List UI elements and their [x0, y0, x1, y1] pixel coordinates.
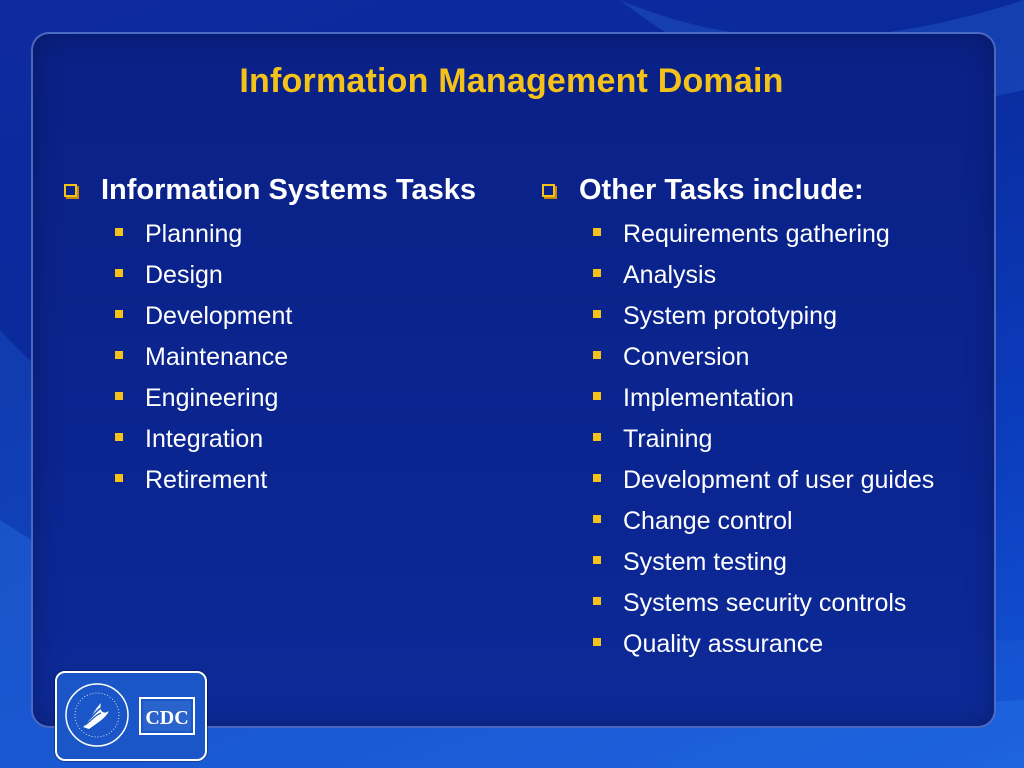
square-bullet-icon: [593, 391, 601, 400]
list-item-text: Quality assurance: [623, 630, 824, 658]
list-item-text: Systems security controls: [623, 589, 907, 617]
checkbox-bullet-icon: [542, 183, 555, 197]
list-item-text: System testing: [623, 548, 787, 576]
slide-title: Information Management Domain: [239, 62, 784, 100]
list-item-text: Maintenance: [145, 343, 289, 371]
list-item-text: Conversion: [623, 343, 750, 371]
list-item: System prototyping: [593, 296, 934, 337]
cdc-logo-badge: CDC: [55, 671, 207, 761]
list-item: Development: [115, 296, 476, 337]
cdc-logo-text: CDC: [145, 707, 188, 729]
square-bullet-icon: [115, 432, 123, 441]
square-bullet-icon: [115, 350, 123, 359]
list-item-text: Retirement: [145, 466, 268, 494]
left-task-list: Planning Design Development Maintenance Engi…: [62, 214, 476, 501]
list-item: System testing: [593, 542, 934, 583]
left-heading-text: Information Systems Tasks: [101, 173, 476, 206]
square-bullet-icon: [593, 309, 601, 318]
list-item-text: System prototyping: [623, 302, 837, 330]
right-column-heading: Other Tasks include:: [540, 170, 934, 210]
list-item: Design: [115, 255, 476, 296]
list-item: Implementation: [593, 378, 934, 419]
right-heading-text: Other Tasks include:: [579, 173, 864, 206]
square-bullet-icon: [593, 268, 601, 277]
square-bullet-icon: [593, 350, 601, 359]
square-bullet-icon: [593, 555, 601, 564]
right-task-list: Requirements gathering Analysis System pro…: [540, 214, 934, 665]
list-item: Requirements gathering: [593, 214, 934, 255]
list-item: Conversion: [593, 337, 934, 378]
right-column: Other Tasks include: Requirements gather…: [540, 170, 934, 665]
list-item: Development of user guides: [593, 460, 934, 501]
square-bullet-icon: [593, 637, 601, 646]
list-item-text: Integration: [145, 425, 264, 453]
list-item-text: Design: [145, 261, 223, 289]
list-item: Analysis: [593, 255, 934, 296]
square-bullet-icon: [115, 309, 123, 318]
list-item-text: Change control: [623, 507, 793, 535]
square-bullet-icon: [115, 473, 123, 482]
square-bullet-icon: [115, 227, 123, 236]
cdc-logo-icon: CDC: [139, 697, 195, 735]
list-item: Maintenance: [115, 337, 476, 378]
list-item-text: Development: [145, 302, 293, 330]
list-item: Planning: [115, 214, 476, 255]
left-column-heading: Information Systems Tasks: [62, 170, 476, 210]
square-bullet-icon: [593, 596, 601, 605]
list-item: Training: [593, 419, 934, 460]
list-item: Quality assurance: [593, 624, 934, 665]
square-bullet-icon: [115, 268, 123, 277]
checkbox-bullet-icon: [64, 183, 77, 197]
list-item: Change control: [593, 501, 934, 542]
list-item-text: Training: [623, 425, 713, 453]
list-item-text: Development of user guides: [623, 466, 935, 494]
list-item-text: Engineering: [145, 384, 279, 412]
square-bullet-icon: [593, 432, 601, 441]
square-bullet-icon: [593, 514, 601, 523]
list-item-text: Planning: [145, 220, 243, 248]
list-item: Retirement: [115, 460, 476, 501]
left-column: Information Systems Tasks Planning Design…: [62, 170, 476, 501]
square-bullet-icon: [593, 473, 601, 482]
list-item-text: Analysis: [623, 261, 717, 289]
list-item-text: Implementation: [623, 384, 794, 412]
list-item: Integration: [115, 419, 476, 460]
list-item: Engineering: [115, 378, 476, 419]
hhs-eagle-seal-icon: [65, 683, 129, 747]
square-bullet-icon: [593, 227, 601, 236]
square-bullet-icon: [115, 391, 123, 400]
list-item-text: Requirements gathering: [623, 220, 890, 248]
list-item: Systems security controls: [593, 583, 934, 624]
